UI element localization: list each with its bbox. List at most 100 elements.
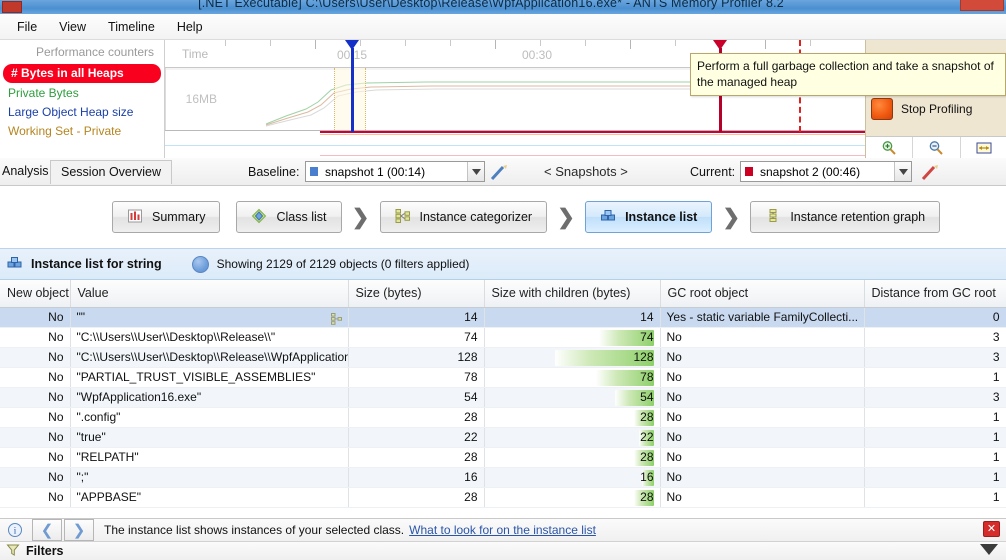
column-header-gc-root-object[interactable]: GC root object — [660, 280, 865, 308]
cell-distance-from-gc-root: 1 — [864, 447, 1006, 468]
cell-value: "PARTIAL_TRUST_VISIBLE_ASSEMBLIES" — [70, 367, 349, 388]
table-row[interactable]: No "C:\\Users\\User\\Desktop\\Release\\" 7… — [0, 327, 1006, 348]
current-edit-icon[interactable] — [920, 162, 940, 182]
instance-list-table: New object Value Size (bytes) Size with … — [0, 280, 1006, 520]
nav-label-instance-retention-graph: Instance retention graph — [790, 210, 926, 224]
cell-size-with-children: 14 — [484, 307, 661, 328]
zoom-in-icon[interactable] — [866, 137, 914, 158]
cell-size-with-children-text: 74 — [640, 330, 654, 344]
cell-size-with-children: 78 — [484, 367, 661, 388]
cell-size: 54 — [348, 387, 485, 408]
cell-size-with-children-text: 28 — [640, 410, 654, 424]
progress-indicator — [191, 255, 209, 273]
column-header-distance-from-gc-root[interactable]: Distance from GC root — [864, 280, 1006, 308]
column-header-new-object[interactable]: New object — [0, 280, 71, 308]
timeline-tick-0030: 00:30 — [521, 48, 553, 62]
table-row[interactable]: No ";" 16 16 No 1 — [0, 467, 1006, 488]
cell-size-with-children: 28 — [484, 447, 661, 468]
cell-value: ";" — [70, 467, 349, 488]
cell-value: "RELPATH" — [70, 447, 349, 468]
analysis-label: Analysis — [2, 164, 49, 178]
nav-button-summary[interactable]: Summary — [112, 201, 221, 233]
cell-distance-from-gc-root: 3 — [864, 347, 1006, 368]
cell-size-with-children: 54 — [484, 387, 661, 408]
counter-private-bytes[interactable]: Private Bytes — [0, 84, 164, 103]
cell-size: 28 — [348, 447, 485, 468]
baseline-edit-icon[interactable] — [489, 162, 509, 182]
window-controls[interactable] — [960, 0, 1004, 11]
cell-new-object: No — [0, 447, 71, 468]
cell-size: 16 — [348, 467, 485, 488]
zoom-out-icon[interactable] — [913, 137, 961, 158]
cell-gc-root-object: No — [660, 427, 865, 448]
nav-button-instance-categorizer[interactable]: Instance categorizer — [379, 201, 548, 233]
nav-button-instance-list[interactable]: Instance list — [585, 201, 713, 233]
status-forward-button[interactable]: ❯ — [64, 519, 94, 541]
current-label: Current: — [690, 165, 736, 179]
status-text: The instance list shows instances of you… — [104, 523, 405, 537]
timeline-axis-label: Time — [182, 47, 209, 61]
counter-large-object-heap-size[interactable]: Large Object Heap size — [0, 103, 164, 122]
class-list-icon — [251, 208, 267, 227]
cell-size: 28 — [348, 407, 485, 428]
nav-button-class-list[interactable]: Class list — [236, 201, 342, 233]
retention-graph-icon — [765, 208, 781, 227]
table-row[interactable]: No "WpfApplication16.exe" 54 54 No 3 — [0, 387, 1006, 408]
instance-categorizer-icon — [395, 208, 411, 227]
table-row[interactable]: No "PARTIAL_TRUST_VISIBLE_ASSEMBLIES" 78 78… — [0, 367, 1006, 388]
cell-value: "WpfApplication16.exe" — [70, 387, 349, 408]
timeline-heap-line — [320, 131, 865, 133]
counter-bytes-in-all-heaps[interactable]: # Bytes in all Heaps — [3, 64, 161, 83]
cell-size-with-children: 16 — [484, 467, 661, 488]
column-header-size-with-children[interactable]: Size with children (bytes) — [484, 280, 661, 308]
column-header-value[interactable]: Value — [70, 280, 349, 308]
table-row[interactable]: No "C:\\Users\\User\\Desktop\\Release\\Wp… — [0, 347, 1006, 368]
cell-gc-root-object: No — [660, 327, 865, 348]
cell-value: "C:\\Users\\User\\Desktop\\Release\\WpfA… — [70, 347, 349, 368]
cell-value: "APPBASE" — [70, 487, 349, 508]
table-row[interactable]: No "" 14 14 Yes - static variable FamilyColl… — [0, 307, 1006, 328]
cell-size-with-children: 74 — [484, 327, 661, 348]
cell-value-text: "" — [76, 309, 86, 324]
snapshots-title: < Snapshots > — [544, 164, 628, 179]
table-row[interactable]: No "RELPATH" 28 28 No 1 — [0, 447, 1006, 468]
value-detail-icon[interactable] — [330, 312, 342, 325]
nav-label-instance-categorizer: Instance categorizer — [419, 210, 533, 224]
status-help-link[interactable]: What to look for on the instance list — [409, 523, 596, 537]
nav-button-instance-retention-graph[interactable]: Instance retention graph — [750, 201, 941, 233]
chevron-right-icon-2: ❯ — [557, 205, 575, 229]
table-row[interactable]: No "APPBASE" 28 28 No 1 — [0, 487, 1006, 508]
baseline-combo[interactable]: snapshot 1 (00:14) — [305, 161, 485, 182]
menu-item-help[interactable]: Help — [166, 17, 214, 37]
nav-label-instance-list: Instance list — [625, 210, 698, 224]
chevron-down-icon[interactable] — [467, 162, 484, 181]
table-row[interactable]: No "true" 22 22 No 1 — [0, 427, 1006, 448]
table-row[interactable]: No ".config" 28 28 No 1 — [0, 407, 1006, 428]
cell-value: "true" — [70, 427, 349, 448]
cell-new-object: No — [0, 427, 71, 448]
stop-profiling-button[interactable]: Stop Profiling — [871, 98, 972, 120]
filters-expand-icon[interactable] — [980, 544, 998, 555]
instance-list-showing: Showing 2129 of 2129 objects (0 filters … — [216, 257, 470, 271]
current-combo[interactable]: snapshot 2 (00:46) — [740, 161, 912, 182]
fit-width-icon[interactable] — [961, 137, 1006, 158]
counter-working-set-private[interactable]: Working Set - Private — [0, 122, 164, 141]
menu-bar: File View Timeline Help — [0, 14, 1006, 40]
status-back-button[interactable]: ❮ — [32, 519, 62, 541]
cell-gc-root-object: No — [660, 387, 865, 408]
column-header-size[interactable]: Size (bytes) — [348, 280, 485, 308]
cell-new-object: No — [0, 307, 71, 328]
cell-size-with-children: 28 — [484, 487, 661, 508]
tab-session-overview[interactable]: Session Overview — [50, 160, 173, 184]
menu-item-file[interactable]: File — [6, 17, 48, 37]
cell-distance-from-gc-root: 3 — [864, 327, 1006, 348]
info-icon[interactable]: i — [0, 519, 30, 541]
filters-bar[interactable]: Filters — [0, 542, 1006, 560]
cell-gc-root-object: Yes - static variable FamilyCollecti... — [660, 307, 865, 328]
menu-item-timeline[interactable]: Timeline — [97, 17, 166, 37]
cell-size-with-children: 128 — [484, 347, 661, 368]
menu-item-view[interactable]: View — [48, 17, 97, 37]
chevron-down-icon-current[interactable] — [894, 162, 911, 181]
performance-counters-panel: Performance counters # Bytes in all Heap… — [0, 40, 165, 158]
close-icon[interactable]: ✕ — [983, 521, 1000, 537]
